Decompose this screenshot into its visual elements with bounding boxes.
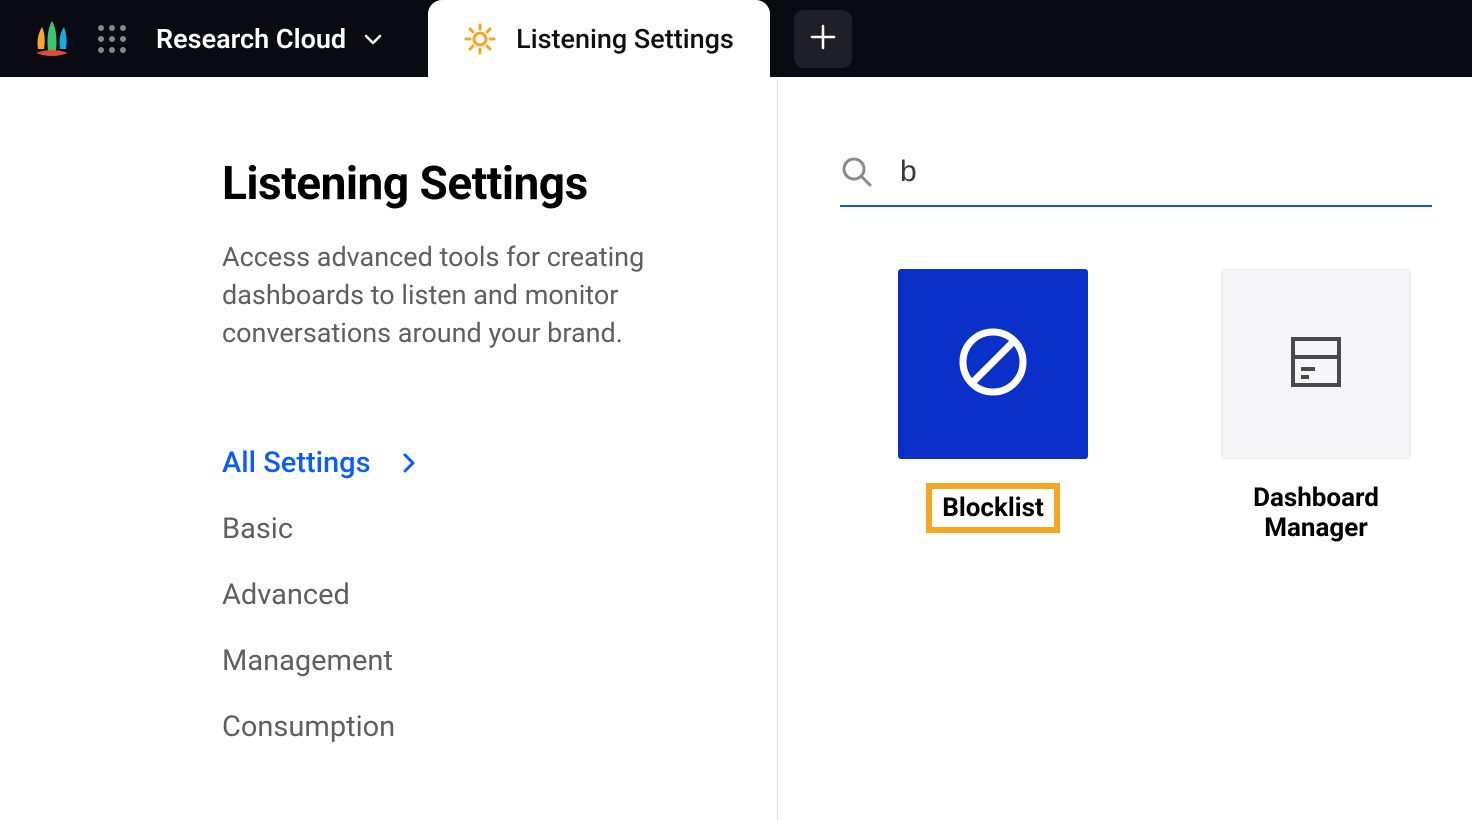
- sprinklr-logo-icon[interactable]: [28, 15, 76, 63]
- nav-item-basic[interactable]: Basic: [222, 496, 717, 562]
- nav-item-label: Management: [222, 644, 393, 678]
- nav-item-consumption[interactable]: Consumption: [222, 694, 717, 760]
- workspace-selector[interactable]: Research Cloud: [148, 23, 402, 55]
- topbar: Research Cloud Lis: [0, 0, 1472, 77]
- block-icon: [953, 322, 1033, 406]
- tab-title: Listening Settings: [516, 23, 734, 55]
- nav-item-label: Consumption: [222, 710, 395, 744]
- nav-item-label: All Settings: [222, 446, 371, 480]
- page-description: Access advanced tools for creating dashb…: [222, 239, 712, 352]
- tiles-row: Blocklist Dashboard Manager: [840, 269, 1432, 543]
- nav-item-management[interactable]: Management: [222, 628, 717, 694]
- left-panel: Listening Settings Access advanced tools…: [0, 77, 778, 820]
- main-content: Listening Settings Access advanced tools…: [0, 77, 1472, 820]
- right-panel: Blocklist Dashboard Manager: [778, 77, 1472, 820]
- nav-item-label: Advanced: [222, 578, 350, 612]
- tile-dashboard-manager[interactable]: Dashboard Manager: [1200, 269, 1432, 543]
- tile-label: Blocklist: [926, 483, 1060, 533]
- gear-icon: [464, 23, 496, 55]
- tile-blocklist[interactable]: Blocklist: [898, 269, 1088, 543]
- nav-item-all-settings[interactable]: All Settings: [222, 430, 717, 496]
- search-icon: [840, 155, 874, 189]
- tile-label: Dashboard Manager: [1200, 483, 1432, 543]
- plus-icon: [808, 22, 838, 56]
- chevron-right-icon: [399, 451, 419, 475]
- dashboard-icon: [1285, 331, 1347, 397]
- search-input[interactable]: [900, 155, 1432, 189]
- add-tab-button[interactable]: [794, 10, 852, 68]
- tile-box: [898, 269, 1088, 459]
- page-title: Listening Settings: [222, 157, 717, 211]
- app-grid-icon[interactable]: [88, 15, 136, 63]
- settings-nav-list: All Settings Basic Advanced Management C…: [222, 430, 717, 760]
- tile-box: [1221, 269, 1411, 459]
- chevron-down-icon: [362, 28, 384, 50]
- search-row: [840, 155, 1432, 207]
- workspace-label: Research Cloud: [156, 23, 346, 55]
- nav-item-advanced[interactable]: Advanced: [222, 562, 717, 628]
- nav-item-label: Basic: [222, 512, 293, 546]
- tab-listening-settings[interactable]: Listening Settings: [428, 0, 770, 77]
